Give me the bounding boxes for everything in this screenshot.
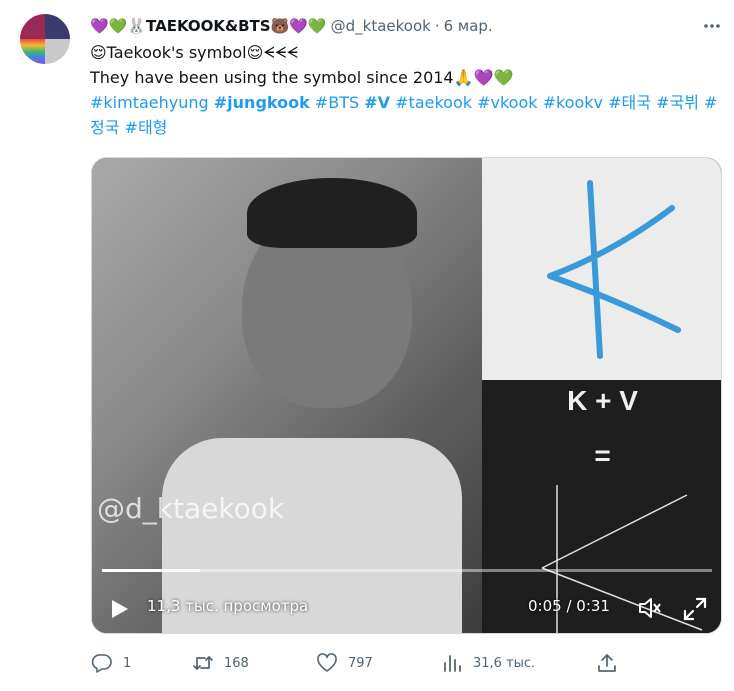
tweet-line-1: 😌Taekook's symbol😌ᗕᗕᗕ bbox=[90, 43, 299, 62]
hashtag-link[interactable]: #태형 bbox=[125, 118, 168, 137]
photo-cap bbox=[247, 178, 417, 248]
views-count: 31,6 тыс. bbox=[473, 655, 536, 671]
hashtag-link[interactable]: #vkook bbox=[477, 93, 537, 112]
progress-bar[interactable] bbox=[102, 569, 712, 572]
author-name[interactable]: 💜💚🐰TAEKOOK&BTS🐻💜💚 bbox=[90, 17, 327, 35]
tweet-text: 😌Taekook's symbol😌ᗕᗕᗕ They have been usi… bbox=[90, 40, 720, 140]
retweet-icon bbox=[193, 656, 213, 670]
bar-chart-icon bbox=[444, 655, 461, 672]
separator-dot: · bbox=[434, 17, 440, 35]
tweet-header: 💜💚🐰TAEKOOK&BTS🐻💜💚 @d_ktaekook · 6 мар. bbox=[90, 14, 493, 38]
hashtag-link[interactable]: #국뷔 bbox=[656, 93, 699, 112]
author-handle[interactable]: @d_ktaekook bbox=[331, 17, 431, 35]
tweet-actions: 1 168 797 31,6 тыс. bbox=[91, 650, 721, 676]
reply-count: 1 bbox=[123, 655, 132, 671]
like-count: 797 bbox=[348, 655, 373, 671]
hashtag-link[interactable]: #V bbox=[364, 93, 390, 112]
symbol-panel bbox=[482, 158, 721, 380]
tweet-line-2: They have been using the symbol since 20… bbox=[90, 68, 514, 87]
expand-icon bbox=[683, 597, 707, 621]
mute-button[interactable] bbox=[637, 595, 663, 621]
video-frame-photo: @d_ktaekook bbox=[92, 158, 482, 633]
heart-icon bbox=[317, 653, 337, 672]
views-button[interactable]: 31,6 тыс. bbox=[441, 650, 535, 676]
play-icon bbox=[112, 600, 128, 618]
avatar-tile bbox=[20, 14, 45, 39]
retweet-count: 168 bbox=[224, 655, 249, 671]
hashtag-list: #kimtaehyung #jungkook #BTS #V #taekook … bbox=[90, 90, 720, 140]
kv-symbol-icon bbox=[547, 180, 681, 359]
tweet-time[interactable]: 6 мар. bbox=[444, 17, 493, 35]
hashtag-link[interactable]: #BTS bbox=[315, 93, 359, 112]
view-count: 11,3 тыс. просмотра bbox=[147, 597, 309, 615]
hashtag-link[interactable]: #kimtaehyung bbox=[90, 93, 209, 112]
timecode: 0:05 / 0:31 bbox=[528, 597, 610, 615]
avatar-tile bbox=[45, 14, 70, 39]
hashtag-link[interactable]: #jungkook bbox=[214, 93, 310, 112]
watermark-text: @d_ktaekook bbox=[97, 492, 285, 525]
retweet-button[interactable]: 168 bbox=[192, 650, 249, 676]
hashtag-link[interactable]: #태국 bbox=[608, 93, 651, 112]
speaker-muted-icon bbox=[639, 598, 661, 618]
avatar-tile bbox=[20, 39, 45, 64]
more-options-button[interactable] bbox=[700, 14, 724, 38]
video-player[interactable]: @d_ktaekook K + V = 11,3 тыс. просмотра … bbox=[91, 157, 722, 634]
avatar[interactable] bbox=[20, 14, 70, 64]
share-button[interactable] bbox=[596, 650, 628, 676]
reply-icon bbox=[91, 654, 112, 673]
fullscreen-button[interactable] bbox=[682, 596, 708, 622]
hashtag-link[interactable]: #kookv bbox=[543, 93, 603, 112]
avatar-tile bbox=[45, 39, 70, 64]
reply-button[interactable]: 1 bbox=[91, 650, 131, 676]
like-button[interactable]: 797 bbox=[316, 650, 373, 676]
progress-fill bbox=[102, 569, 201, 572]
share-icon bbox=[598, 654, 616, 672]
more-icon bbox=[704, 24, 720, 28]
play-button[interactable] bbox=[106, 596, 132, 622]
hashtag-link[interactable]: #taekook bbox=[395, 93, 472, 112]
